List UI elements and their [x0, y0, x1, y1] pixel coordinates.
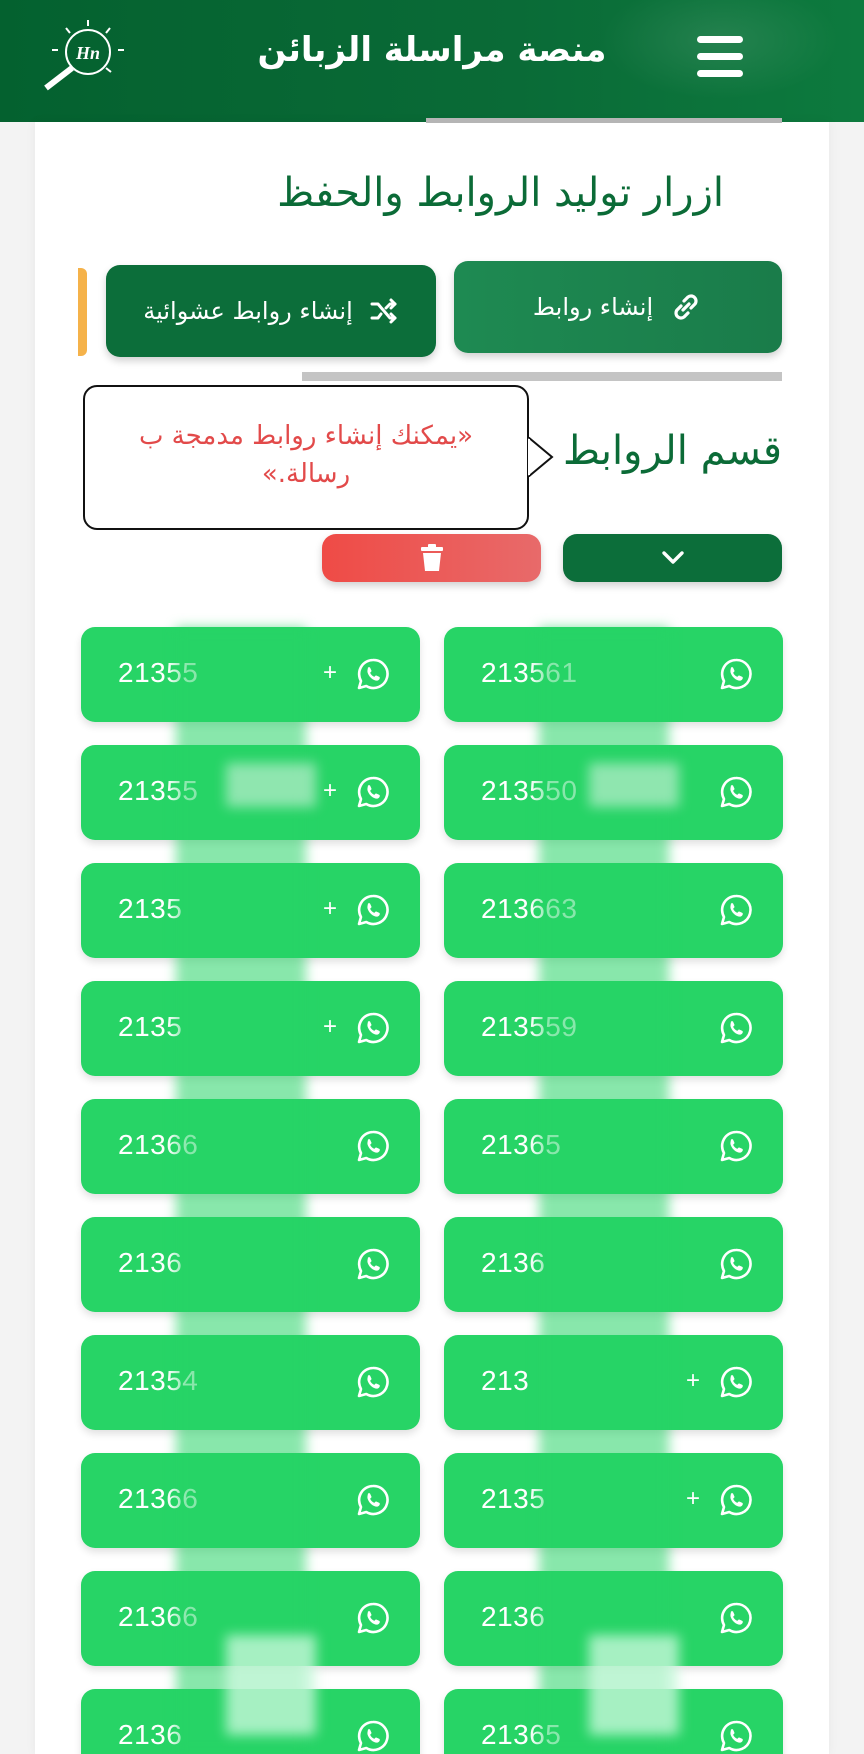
link-icon — [674, 294, 698, 320]
phone-number: 2136 — [118, 1719, 183, 1750]
random-links-label: إنشاء روابط عشوائية — [143, 297, 353, 325]
links-section-title: قسم الروابط — [562, 428, 782, 474]
whatsapp-number-button[interactable]: 2136 — [444, 1217, 783, 1312]
whatsapp-number-button[interactable]: 2135 + — [444, 1453, 783, 1548]
links-grid: 213561 21355 +213550 21355 +213663 2135 +21355… — [81, 627, 783, 1754]
phone-number: 2136 — [481, 1247, 546, 1278]
shuffle-icon — [370, 298, 397, 324]
whatsapp-number-button[interactable]: 213550 — [444, 745, 783, 840]
section-divider — [302, 372, 782, 381]
plus-sign: + — [323, 895, 338, 922]
phone-number: 2135 — [118, 893, 183, 924]
hamburger-menu-icon[interactable] — [690, 30, 750, 86]
random-links-button[interactable]: إنشاء روابط عشوائية — [106, 265, 436, 357]
whatsapp-icon — [357, 1012, 389, 1044]
whatsapp-icon — [357, 776, 389, 808]
whatsapp-icon — [357, 1602, 389, 1634]
chevron-down-icon — [661, 551, 684, 564]
whatsapp-number-button[interactable]: 21354 — [81, 1335, 420, 1430]
whatsapp-icon — [720, 1366, 752, 1398]
whatsapp-icon — [720, 776, 752, 808]
phone-number: 2135 — [481, 1483, 546, 1514]
whatsapp-icon — [357, 1720, 389, 1752]
whatsapp-number-button[interactable]: 21366 — [81, 1453, 420, 1548]
whatsapp-number-button[interactable]: 21366 — [81, 1571, 420, 1666]
whatsapp-number-button[interactable]: 2135 + — [81, 863, 420, 958]
whatsapp-number-button[interactable]: 21365 — [444, 1099, 783, 1194]
plus-sign: + — [323, 1013, 338, 1040]
phone-number: 213550 — [481, 775, 578, 806]
menu-bar — [697, 70, 743, 77]
whatsapp-number-button[interactable]: 21365 — [444, 1689, 783, 1754]
whatsapp-icon — [720, 658, 752, 690]
phone-number: 21365 — [481, 1129, 562, 1160]
whatsapp-icon — [720, 1248, 752, 1280]
whatsapp-number-button[interactable]: 213663 — [444, 863, 783, 958]
whatsapp-number-button[interactable]: 213559 — [444, 981, 783, 1076]
whatsapp-number-button[interactable]: 213 + — [444, 1335, 783, 1430]
whatsapp-number-button[interactable]: 2136 — [81, 1689, 420, 1754]
phone-number: 21355 — [118, 775, 199, 806]
whatsapp-icon — [357, 1130, 389, 1162]
progress-bar — [426, 118, 782, 123]
whatsapp-icon — [357, 1484, 389, 1516]
toggle-links-button[interactable] — [563, 534, 782, 582]
whatsapp-icon — [357, 658, 389, 690]
create-links-label: إنشاء روابط — [532, 293, 654, 321]
phone-number: 21365 — [481, 1719, 562, 1750]
plus-sign: + — [686, 1485, 701, 1512]
partial-orange-button[interactable] — [78, 268, 87, 356]
whatsapp-icon — [720, 1602, 752, 1634]
create-links-button[interactable]: إنشاء روابط — [454, 261, 782, 353]
generate-section-title: ازرار توليد الروابط والحفظ — [277, 170, 724, 216]
whatsapp-number-button[interactable]: 21355 + — [81, 627, 420, 722]
phone-number: 213561 — [481, 657, 578, 688]
whatsapp-icon — [720, 1484, 752, 1516]
whatsapp-number-button[interactable]: 213561 — [444, 627, 783, 722]
menu-bar — [697, 36, 743, 43]
plus-sign: + — [323, 659, 338, 686]
whatsapp-icon — [720, 1130, 752, 1162]
whatsapp-icon — [357, 1366, 389, 1398]
plus-sign: + — [323, 777, 338, 804]
menu-bar — [697, 53, 743, 60]
phone-number: 213663 — [481, 893, 578, 924]
delete-links-button[interactable] — [322, 534, 541, 582]
whatsapp-icon — [720, 1720, 752, 1752]
whatsapp-number-button[interactable]: 21366 — [81, 1099, 420, 1194]
phone-number: 21366 — [118, 1129, 199, 1160]
app-header: Hn منصة مراسلة الزبائن — [0, 0, 864, 122]
info-tooltip: «يمكنك إنشاء روابط مدمجة ب رسالة.» — [83, 385, 529, 530]
whatsapp-number-button[interactable]: 21355 + — [81, 745, 420, 840]
whatsapp-icon — [720, 1012, 752, 1044]
whatsapp-icon — [357, 1248, 389, 1280]
phone-number: 21354 — [118, 1365, 199, 1396]
trash-icon — [420, 544, 443, 571]
phone-number: 2136 — [481, 1601, 546, 1632]
phone-number: 21366 — [118, 1483, 199, 1514]
plus-sign: + — [686, 1367, 701, 1394]
whatsapp-icon — [357, 894, 389, 926]
whatsapp-number-button[interactable]: 2136 — [81, 1217, 420, 1312]
phone-number: 21366 — [118, 1601, 199, 1632]
whatsapp-number-button[interactable]: 2135 + — [81, 981, 420, 1076]
phone-number: 21355 — [118, 657, 199, 688]
whatsapp-icon — [720, 894, 752, 926]
phone-number: 213559 — [481, 1011, 578, 1042]
phone-number: 2136 — [118, 1247, 183, 1278]
whatsapp-number-button[interactable]: 2136 — [444, 1571, 783, 1666]
phone-number: 213 — [481, 1365, 530, 1396]
phone-number: 2135 — [118, 1011, 183, 1042]
tooltip-arrow — [528, 437, 554, 477]
